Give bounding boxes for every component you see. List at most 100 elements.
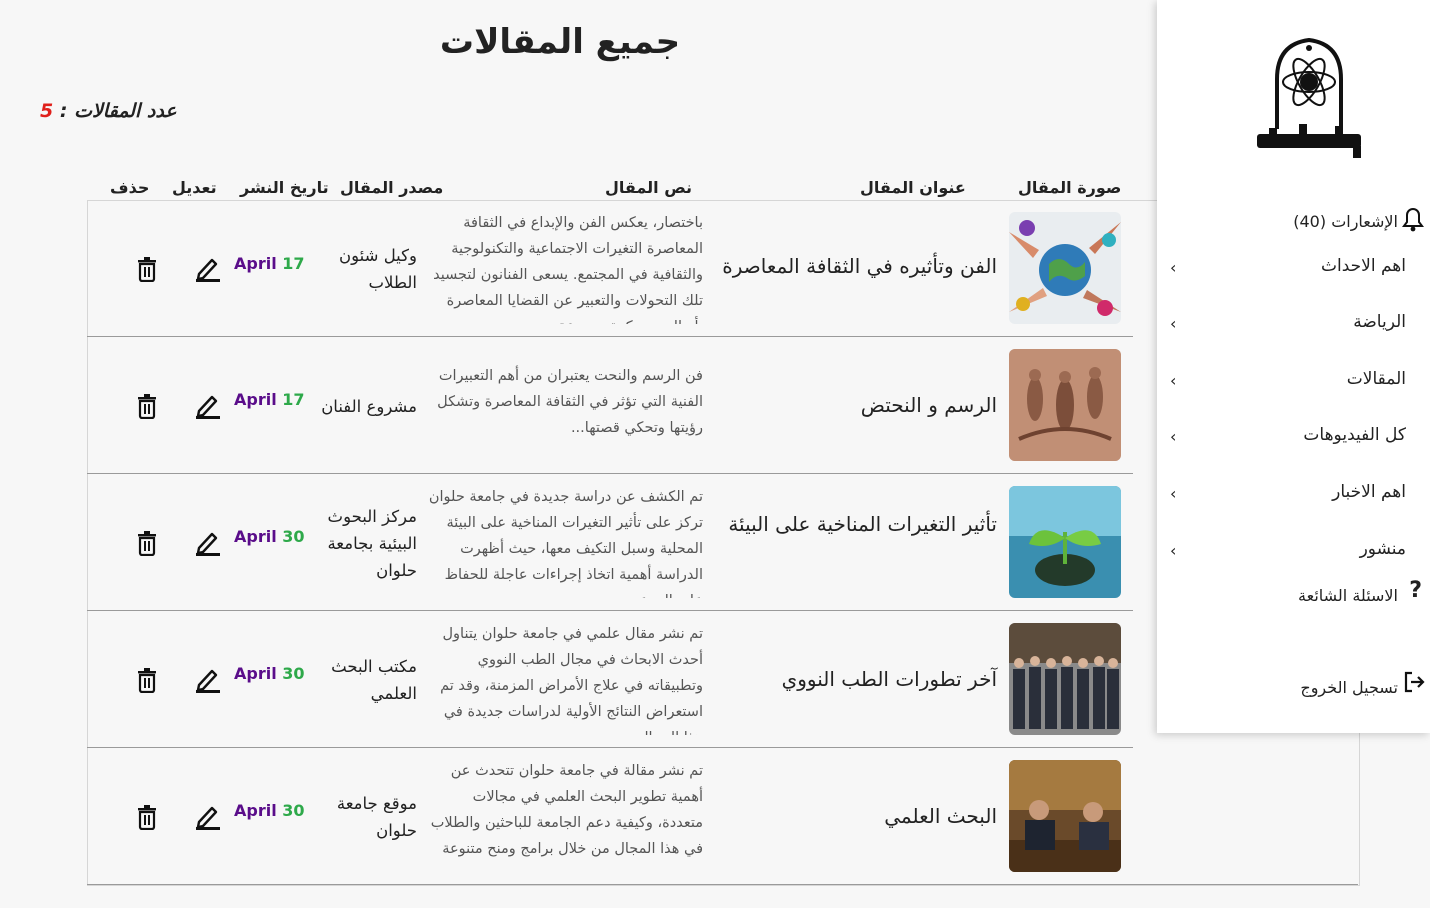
sidebar-item-articles[interactable]: المقالات › <box>1170 369 1406 399</box>
seedling-image <box>1009 486 1121 598</box>
trash-icon <box>138 394 156 420</box>
article-image <box>1009 212 1121 324</box>
trash-icon <box>138 257 156 283</box>
logout-icon[interactable] <box>1402 670 1426 694</box>
sidebar-item-label: اهم الاخبار <box>1332 482 1406 502</box>
date-day: 30 <box>282 664 305 683</box>
date-month: April <box>234 664 277 683</box>
article-date: April 30 <box>234 801 305 820</box>
edit-button[interactable] <box>195 802 221 830</box>
table-row: البحث العلمي تم نشر مقالة في جامعة حلوان… <box>87 748 1358 885</box>
trash-icon <box>138 531 156 557</box>
delete-button[interactable] <box>135 667 159 694</box>
article-source: وكيل شئون الطلاب <box>339 246 417 292</box>
atom-logo-icon <box>1257 37 1361 158</box>
table-row: آخر تطورات الطب النووي تم نشر مقال علمي … <box>87 611 1133 748</box>
article-image <box>1009 760 1121 872</box>
column-header-title: عنوان المقال <box>860 178 966 197</box>
chevron-right-icon: › <box>1170 371 1177 390</box>
edit-button[interactable] <box>195 665 221 693</box>
column-header-body: نص المقال <box>605 178 693 197</box>
article-count-value: 5 <box>40 100 54 122</box>
trash-icon <box>138 805 156 831</box>
article-source: مشروع الفنان <box>321 397 417 416</box>
article-image <box>1009 623 1121 735</box>
article-date: April 17 <box>234 390 305 409</box>
chevron-right-icon: › <box>1170 541 1177 560</box>
article-date: April 30 <box>234 664 305 683</box>
date-day: 30 <box>282 527 305 546</box>
date-month: April <box>234 390 277 409</box>
date-month: April <box>234 801 277 820</box>
sidebar-item-label: منشور <box>1359 539 1406 559</box>
article-body: تم نشر مقالة في جامعة حلوان تتحدث عن أهم… <box>430 763 703 857</box>
column-header-edit: تعديل <box>172 178 217 197</box>
chevron-right-icon: › <box>1170 484 1177 503</box>
date-day: 17 <box>282 254 305 273</box>
article-title: البحث العلمي <box>884 804 997 828</box>
delete-button[interactable] <box>135 530 159 557</box>
article-body: تم الكشف عن دراسة جديدة في جامعة حلوان ت… <box>428 489 703 598</box>
article-date: April 17 <box>234 254 305 273</box>
column-header-delete: حذف <box>110 178 150 197</box>
date-day: 30 <box>282 801 305 820</box>
sidebar-notifications[interactable]: الإشعارات (40) <box>1293 212 1398 231</box>
edit-button[interactable] <box>195 391 221 419</box>
question-icon: ? <box>1409 578 1422 603</box>
sidebar-item-label: الرياضة <box>1353 312 1406 332</box>
column-header-source: مصدر المقال <box>340 178 444 197</box>
sidebar-item-top-events[interactable]: اهم الاحداث › <box>1170 256 1406 286</box>
delete-button[interactable] <box>135 804 159 831</box>
pencil-icon <box>196 669 220 693</box>
pencil-icon <box>196 806 220 830</box>
article-count: عدد المقالات : 5 <box>40 100 177 122</box>
sidebar-item-label: المقالات <box>1346 369 1406 389</box>
sidebar-item-faq[interactable]: الاسئلة الشائعة <box>1298 586 1398 605</box>
bell-icon[interactable] <box>1402 206 1424 232</box>
article-image <box>1009 349 1121 461</box>
chevron-right-icon: › <box>1170 258 1177 277</box>
date-month: April <box>234 527 277 546</box>
sidebar-item-videos[interactable]: كل الفيديوهات › <box>1170 425 1406 455</box>
article-title: آخر تطورات الطب النووي <box>781 667 997 691</box>
article-source: مكتب البحث العلمي <box>331 657 417 703</box>
pencil-icon <box>196 395 220 419</box>
chevron-right-icon: › <box>1170 427 1177 446</box>
edit-button[interactable] <box>195 528 221 556</box>
article-image <box>1009 486 1121 598</box>
delete-button[interactable] <box>135 393 159 420</box>
table-row: تأثير التغيرات المناخية على البيئة تم ال… <box>87 474 1133 611</box>
group-photo-image <box>1009 623 1121 735</box>
sidebar-item-label: كل الفيديوهات <box>1303 425 1406 445</box>
article-body: فن الرسم والنحت يعتبران من أهم التعبيرات… <box>437 368 703 436</box>
article-title: الفن وتأثيره في الثقافة المعاصرة <box>722 254 997 278</box>
article-title: الرسم و النحتض <box>860 393 997 417</box>
date-month: April <box>234 254 277 273</box>
article-body: تم نشر مقال علمي في جامعة حلوان يتناول أ… <box>440 626 703 735</box>
globe-hands-image <box>1009 212 1121 324</box>
sidebar <box>1157 0 1430 733</box>
column-header-date: تاريخ النشر <box>240 178 329 197</box>
trash-icon <box>138 668 156 694</box>
date-day: 17 <box>282 390 305 409</box>
table-row: الفن وتأثيره في الثقافة المعاصرة باختصار… <box>87 200 1133 337</box>
article-title: تأثير التغيرات المناخية على البيئة <box>728 512 997 536</box>
article-date: April 30 <box>234 527 305 546</box>
chevron-right-icon: › <box>1170 314 1177 333</box>
pencil-icon <box>196 532 220 556</box>
page-title: جميع المقالات <box>439 22 681 62</box>
university-logo <box>1249 34 1369 164</box>
edit-button[interactable] <box>195 254 221 282</box>
article-count-label: عدد المقالات : <box>59 100 177 122</box>
sidebar-item-top-news[interactable]: اهم الاخبار › <box>1170 482 1406 512</box>
logout-button[interactable]: تسجيل الخروج <box>1300 678 1398 697</box>
relief-sculpture-image <box>1009 349 1121 461</box>
pencil-icon <box>196 258 220 282</box>
sidebar-item-sports[interactable]: الرياضة › <box>1170 312 1406 342</box>
delete-button[interactable] <box>135 256 159 283</box>
sidebar-item-posts[interactable]: منشور › <box>1170 539 1406 569</box>
column-header-image: صورة المقال <box>1018 178 1122 197</box>
article-source: مركز البحوث البيئية بجامعة حلوان <box>327 507 417 580</box>
meeting-photo-image <box>1009 760 1121 872</box>
article-source: موقع جامعة حلوان <box>336 794 417 840</box>
